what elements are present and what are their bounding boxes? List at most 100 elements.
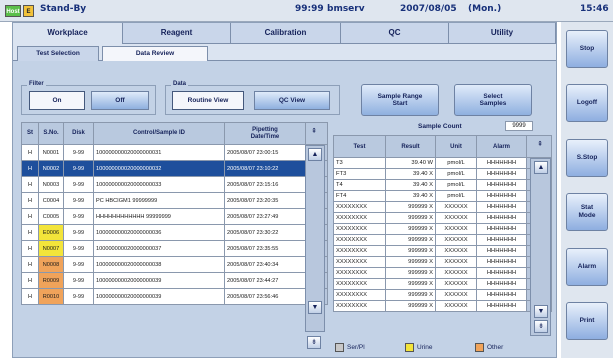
cell-alarm: HHHHHHH bbox=[476, 201, 527, 213]
table-row[interactable]: H N0001 9-99 100000000020000000031 2005/08/0… bbox=[21, 144, 328, 161]
result-row[interactable]: XXXXXXXX 999999 X XXXXXX HHHHHHH bbox=[333, 201, 552, 213]
legend-label: Other bbox=[487, 344, 504, 351]
scroll-down-icon[interactable]: ▼ bbox=[308, 301, 322, 314]
result-scroll-up-icon[interactable]: ▲ bbox=[534, 161, 548, 174]
tab-workplace[interactable]: Workplace bbox=[13, 23, 123, 44]
table-row[interactable]: H R0010 9-99 100000000020000000039 2005/08/0… bbox=[21, 288, 328, 305]
tab-calibration[interactable]: Calibration bbox=[231, 23, 341, 44]
result-scroll-bottom-icon[interactable]: ⇟ bbox=[534, 320, 548, 333]
table-row[interactable]: H R0009 9-99 100000000020000000039 2005/08/0… bbox=[21, 272, 328, 289]
cell-unit: XXXXXX bbox=[435, 278, 477, 290]
cell-id: 100000000020000000032 bbox=[93, 160, 225, 177]
cell-unit: pmol/L bbox=[435, 168, 477, 180]
col-st[interactable]: St bbox=[21, 122, 39, 145]
cell-result: 999999 X bbox=[385, 223, 436, 235]
cell-dt: 2005/08/07 23:15:16 bbox=[224, 176, 306, 193]
result-row[interactable]: XXXXXXXX 999999 X XXXXXX HHHHHHH bbox=[333, 256, 552, 268]
result-row[interactable]: XXXXXXXX 999999 X XXXXXX HHHHHHH bbox=[333, 212, 552, 224]
filter-label: Filter bbox=[27, 81, 46, 87]
col-pipetting-datetime[interactable]: Pipetting Date/Time bbox=[224, 122, 306, 145]
result-table-body: T3 39.40 Wpmol/L HHHHHHH FT3 39.40 Xpmol/L HH… bbox=[333, 157, 552, 312]
tab-test-selection[interactable]: Test Selection bbox=[17, 46, 99, 61]
table-row[interactable]: H C0004 9-99 PC HBCIGM1 99999999 2005/08/07 … bbox=[21, 192, 328, 209]
status-date: 2007/08/05 bbox=[400, 4, 457, 14]
result-row[interactable]: XXXXXXXX 999999 X XXXXXX HHHHHHH bbox=[333, 223, 552, 235]
cell-id: HHHHHHHHHHHH 99999999 bbox=[93, 208, 225, 225]
col-test[interactable]: Test bbox=[333, 135, 386, 158]
result-row[interactable]: T4 39.40 Xpmol/L HHHHHHH bbox=[333, 179, 552, 191]
status-bar: Host E Stand-By 99:99 bmserv 2007/08/05 … bbox=[0, 0, 613, 22]
s-stop-button[interactable]: S.Stop bbox=[566, 139, 608, 177]
cell-result: 39.40 W bbox=[385, 157, 436, 169]
logoff-button[interactable]: Logoff bbox=[566, 84, 608, 122]
filter-on-button[interactable]: On bbox=[29, 91, 85, 110]
table-row[interactable]: H N0002 9-99 100000000020000000032 2005/08/0… bbox=[21, 160, 328, 177]
cell-st: H bbox=[21, 192, 39, 209]
result-row[interactable]: XXXXXXXX 999999 X XXXXXX HHHHHHH bbox=[333, 300, 552, 312]
result-table-scrollbar[interactable]: ▲ ▼ ⇟ bbox=[530, 158, 551, 336]
table-row[interactable]: H N0003 9-99 100000000020000000033 2005/08/0… bbox=[21, 176, 328, 193]
col-disk[interactable]: Disk bbox=[63, 122, 94, 145]
cell-dt: 2005/08/07 23:35:55 bbox=[224, 240, 306, 257]
tab-qc[interactable]: QC bbox=[341, 23, 449, 44]
qc-view-button[interactable]: QC View bbox=[254, 91, 330, 110]
cell-sno: N0007 bbox=[38, 240, 64, 257]
sample-table-scrollbar[interactable]: ▲ ▼ bbox=[305, 145, 325, 332]
col-sno[interactable]: S.No. bbox=[38, 122, 64, 145]
table-row[interactable]: H C0005 9-99 HHHHHHHHHHHH 99999999 2005/08/0… bbox=[21, 208, 328, 225]
table-row[interactable]: H N0008 9-99 100000000020000000038 2005/08/0… bbox=[21, 256, 328, 273]
cell-disk: 9-99 bbox=[63, 208, 94, 225]
result-row[interactable]: T3 39.40 Wpmol/L HHHHHHH bbox=[333, 157, 552, 169]
cell-id: 100000000020000000037 bbox=[93, 240, 225, 257]
result-row[interactable]: XXXXXXXX 999999 X XXXXXX HHHHHHH bbox=[333, 245, 552, 257]
cell-test: FT4 bbox=[333, 190, 386, 202]
cell-sno: E0006 bbox=[38, 224, 64, 241]
cell-alarm: HHHHHHH bbox=[476, 179, 527, 191]
stop-button[interactable]: Stop bbox=[566, 30, 608, 68]
result-row[interactable]: FT3 39.40 Xpmol/L HHHHHHH bbox=[333, 168, 552, 180]
routine-view-button[interactable]: Routine View bbox=[172, 91, 244, 110]
table-row[interactable]: H N0007 9-99 100000000020000000037 2005/08/0… bbox=[21, 240, 328, 257]
sample-table-body: H N0001 9-99 100000000020000000031 2005/08/0… bbox=[21, 144, 328, 305]
cell-result: 999999 X bbox=[385, 201, 436, 213]
cell-id: 100000000020000000031 bbox=[93, 144, 225, 161]
cell-sno: C0005 bbox=[38, 208, 64, 225]
result-row[interactable]: XXXXXXXX 999999 X XXXXXX HHHHHHH bbox=[333, 278, 552, 290]
cell-unit: XXXXXX bbox=[435, 234, 477, 246]
cell-test: XXXXXXXX bbox=[333, 267, 386, 279]
col-alarm[interactable]: Alarm bbox=[476, 135, 527, 158]
filter-off-button[interactable]: Off bbox=[91, 91, 149, 110]
result-row[interactable]: XXXXXXXX 999999 X XXXXXX HHHHHHH bbox=[333, 289, 552, 301]
cell-test: XXXXXXXX bbox=[333, 278, 386, 290]
col-unit[interactable]: Unit bbox=[435, 135, 477, 158]
scroll-up-icon[interactable]: ▲ bbox=[308, 148, 322, 161]
tab-utility[interactable]: Utility bbox=[449, 23, 556, 44]
cell-disk: 9-99 bbox=[63, 272, 94, 289]
host-badge: Host bbox=[5, 5, 21, 17]
stat-mode-button[interactable]: Stat Mode bbox=[566, 193, 608, 231]
result-scroll-top-icon[interactable]: ⇞ bbox=[533, 139, 547, 152]
scroll-top-icon[interactable]: ⇞ bbox=[307, 126, 321, 139]
col-sample-id[interactable]: Control/Sample ID bbox=[93, 122, 225, 145]
cell-alarm: HHHHHHH bbox=[476, 245, 527, 257]
result-scroll-down-icon[interactable]: ▼ bbox=[534, 305, 548, 318]
col-result[interactable]: Result bbox=[385, 135, 436, 158]
tab-data-review[interactable]: Data Review bbox=[102, 46, 208, 61]
cell-alarm: HHHHHHH bbox=[476, 223, 527, 235]
cell-result: 999999 X bbox=[385, 212, 436, 224]
result-row[interactable]: FT4 39.40 Xpmol/L HHHHHHH bbox=[333, 190, 552, 202]
scroll-bottom-icon[interactable]: ⇟ bbox=[307, 336, 321, 349]
sample-range-start-button[interactable]: Sample Range Start bbox=[361, 84, 439, 116]
cell-unit: XXXXXX bbox=[435, 267, 477, 279]
alarm-button[interactable]: Alarm bbox=[566, 248, 608, 286]
result-row[interactable]: XXXXXXXX 999999 X XXXXXX HHHHHHH bbox=[333, 267, 552, 279]
cell-id: 100000000020000000033 bbox=[93, 176, 225, 193]
cell-result: 999999 X bbox=[385, 245, 436, 257]
cell-unit: pmol/L bbox=[435, 157, 477, 169]
result-row[interactable]: XXXXXXXX 999999 X XXXXXX HHHHHHH bbox=[333, 234, 552, 246]
select-samples-button[interactable]: Select Samples bbox=[454, 84, 532, 116]
print-button[interactable]: Print bbox=[566, 302, 608, 340]
table-row[interactable]: H E0006 9-99 100000000020000000036 2005/08/0… bbox=[21, 224, 328, 241]
cell-st: H bbox=[21, 224, 39, 241]
tab-reagent[interactable]: Reagent bbox=[123, 23, 231, 44]
